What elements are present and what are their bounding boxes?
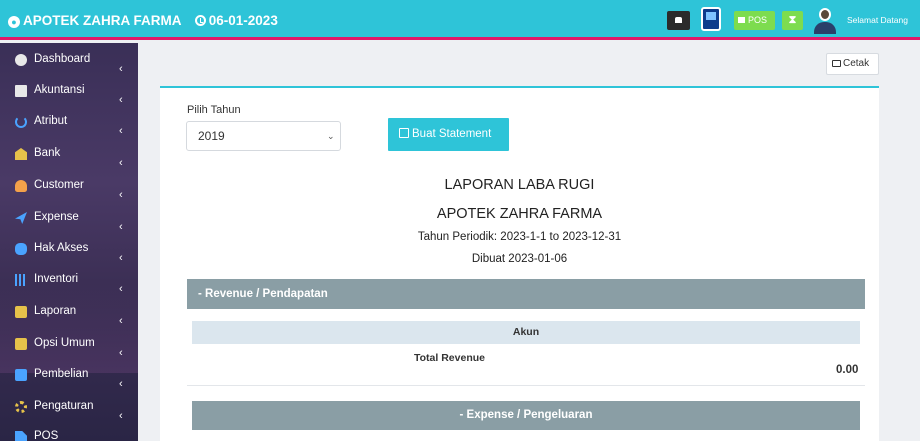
sidebar-item-label: Opsi Umum [34,337,95,349]
sidebar-item-label: Akuntansi [34,84,85,96]
sidebar-item-bank[interactable]: Bank ‹ [0,141,138,171]
sidebar-item-akuntansi[interactable]: Akuntansi ‹ [0,78,138,108]
chevron-left-icon: ‹ [119,63,123,75]
total-revenue-label: Total Revenue [414,352,485,364]
chevron-left-icon: ‹ [119,157,123,169]
sidebar-item-label: Atribut [34,115,68,127]
chevron-left-icon: ‹ [119,94,123,106]
divider [187,385,865,386]
sidebar-item-laporan[interactable]: Laporan ‹ [0,299,138,329]
sidebar-item-label: POS [34,430,59,441]
sidebar-item-atribut[interactable]: Atribut ‹ [0,109,138,139]
print-button[interactable]: Cetak [826,53,879,75]
sidebar-item-label: Customer [34,179,84,191]
hourglass-button[interactable]: ⧗ [782,11,803,30]
sidebar-item-label: Hak Akses [34,242,89,254]
chevron-left-icon: ‹ [119,347,123,359]
avatar-head [819,8,831,21]
sidebar-item-label: Bank [34,147,61,159]
year-select[interactable]: 2019 ⌄ [186,121,341,151]
sidebar-item-label: Pengaturan [34,400,94,412]
chevron-left-icon: ‹ [119,378,123,390]
sidebar-item-label: Dashboard [34,53,91,65]
sidebar-item-opsi-umum[interactable]: Opsi Umum ‹ [0,331,138,361]
report-period: Tahun Periodik: 2023-1-1 to 2023-12-31 [417,231,622,243]
sidebar-item-dashboard[interactable]: Dashboard ‹ [0,47,138,77]
sidebar-item-pengaturan[interactable]: Pengaturan ‹ [0,394,138,424]
print-icon [832,60,841,67]
globe-icon: ● [8,16,20,28]
sidebar: Dashboard ‹ Akuntansi ‹ Atribut ‹ Bank ‹ Cus… [0,43,138,441]
dashboard-icon [15,54,27,66]
chevron-left-icon: ‹ [119,189,123,201]
brand-name: APOTEK ZAHRA FARMA [23,13,181,28]
pos-icon [738,17,745,23]
chevron-left-icon: ‹ [119,410,123,422]
user-icon [15,180,27,192]
floppy-disk-icon [399,128,409,138]
users-icon [15,243,27,255]
report-card: Pilih Tahun 2019 ⌄ Buat Statement LAPORA… [160,86,879,441]
brand[interactable]: ● APOTEK ZAHRA FARMA 06-01-2023 [8,13,278,28]
print-button-label: Cetak [843,58,870,69]
tag-icon [15,431,27,441]
cog-icon [15,401,27,413]
anchor-icon [15,116,27,128]
sidebar-item-pos[interactable]: POS [0,424,138,441]
sidebar-item-pembelian[interactable]: Pembelian ‹ [0,362,138,392]
briefcase-icon [15,338,27,350]
sidebar-item-label: Pembelian [34,368,89,380]
current-date: 06-01-2023 [208,13,278,28]
sidebar-item-label: Expense [34,211,79,223]
home-button[interactable] [667,11,690,30]
bank-icon [15,148,27,160]
calculator-icon [15,85,27,97]
total-revenue-value: 0.00 [836,364,859,376]
user-avatar[interactable] [813,6,837,34]
year-select-value: 2019 [198,129,225,143]
sidebar-item-label: Laporan [34,305,77,317]
report-created-date: Dibuat 2023-01-06 [471,253,568,265]
barcode-icon [15,274,27,286]
expense-section-header: - Expense / Pengeluaran [192,401,860,430]
truck-icon [15,369,27,381]
hourglass-icon: ⧗ [788,14,797,26]
sidebar-item-hak-akses[interactable]: Hak Akses ‹ [0,236,138,266]
welcome-text: Selamat Datang [847,15,908,25]
create-statement-label: Buat Statement [412,128,492,140]
pos-button-label: POS [748,15,768,25]
chevron-left-icon: ‹ [119,283,123,295]
account-column-header: Akun [192,321,860,344]
pos-button[interactable]: POS [734,11,775,30]
sidebar-item-label: Inventori [34,273,79,285]
paper-plane-icon [15,212,27,224]
main-content: Cetak Pilih Tahun 2019 ⌄ Buat Statement … [138,43,920,441]
clock-icon [194,15,206,26]
chevron-left-icon: ‹ [119,125,123,137]
sidebar-item-customer[interactable]: Customer ‹ [0,173,138,203]
revenue-section-header: - Revenue / Pendapatan [187,279,865,309]
create-statement-button[interactable]: Buat Statement [388,118,509,151]
top-navbar: ● APOTEK ZAHRA FARMA 06-01-2023 POS ⧗ Sel… [0,0,920,40]
chevron-left-icon: ‹ [119,315,123,327]
chart-icon [15,306,27,318]
sidebar-item-inventori[interactable]: Inventori ‹ [0,267,138,297]
chevron-left-icon: ‹ [119,252,123,264]
avatar-body [814,22,836,34]
year-select-label: Pilih Tahun [187,104,241,116]
sidebar-item-expense[interactable]: Expense ‹ [0,205,138,235]
report-company: APOTEK ZAHRA FARMA [436,206,603,222]
chevron-down-icon: ⌄ [327,131,335,141]
app-shortcut-button[interactable] [701,7,721,31]
chevron-left-icon: ‹ [119,221,123,233]
report-title: LAPORAN LABA RUGI [444,177,595,193]
